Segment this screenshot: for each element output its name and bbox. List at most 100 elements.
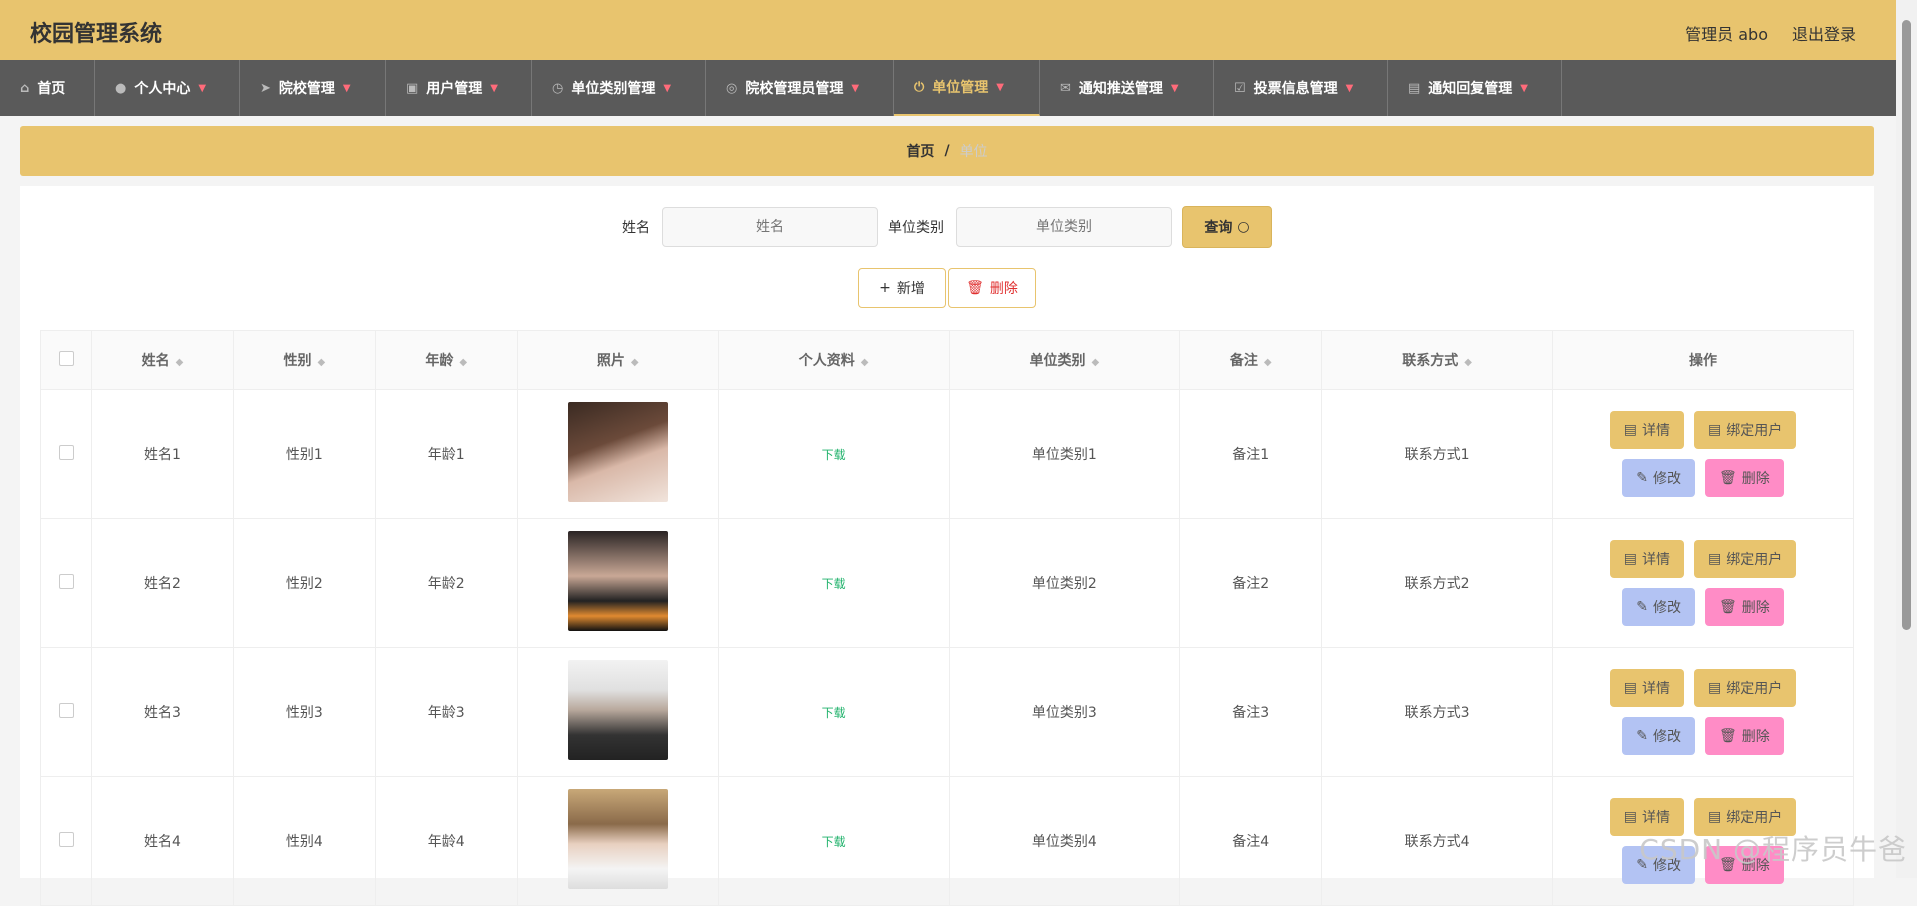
breadcrumb-separator: / xyxy=(944,143,950,159)
col-note[interactable]: 备注 ◆ xyxy=(1179,330,1323,390)
chevron-down-icon: ▼ xyxy=(663,82,672,94)
photo-thumbnail[interactable] xyxy=(567,789,668,889)
chevron-down-icon: ▼ xyxy=(1520,82,1528,94)
main-nav: ⌂ 首页 ● 个人中心 ▼ ➤ 院校管理 ▼ ▣ 用户管理 ▼ ◷ 单位类别管理… xyxy=(0,60,1896,116)
nav-item-users[interactable]: ▣ 用户管理 ▼ xyxy=(386,60,532,116)
trash-icon: 🗑 xyxy=(966,280,984,296)
user-icon: ● xyxy=(115,80,127,96)
delete-button[interactable]: 🗑 删除 xyxy=(1704,588,1784,626)
cell-contact: 联系方式4 xyxy=(1321,776,1553,906)
chat-icon: ✉ xyxy=(1060,80,1071,96)
cell-gender: 性别2 xyxy=(232,518,376,648)
cell-contact: 联系方式3 xyxy=(1321,647,1553,777)
col-unit-type[interactable]: 单位类别 ◆ xyxy=(948,330,1181,390)
col-gender[interactable]: 性别 ◆ xyxy=(232,330,376,390)
pencil-icon: ✎ xyxy=(1636,599,1648,615)
select-all-checkbox[interactable] xyxy=(58,350,74,366)
row-actions: ▤ 详情 ▤ 绑定用户 ✎ 修改 🗑 删除 xyxy=(1554,540,1852,626)
batch-delete-button[interactable]: 🗑 删除 xyxy=(948,268,1036,308)
detail-button[interactable]: ▤ 详情 xyxy=(1609,669,1684,707)
col-profile[interactable]: 个人资料 ◆ xyxy=(717,330,950,390)
edit-button[interactable]: ✎ 修改 xyxy=(1622,459,1695,497)
clock-icon: ◷ xyxy=(552,80,564,96)
sort-icon: ◆ xyxy=(1091,357,1100,368)
sort-icon: ◆ xyxy=(459,357,468,368)
nav-item-schools[interactable]: ➤ 院校管理 ▼ xyxy=(240,60,386,116)
col-photo[interactable]: 照片 ◆ xyxy=(516,330,719,390)
send-icon: ➤ xyxy=(260,80,271,96)
row-checkbox[interactable] xyxy=(58,444,74,460)
nav-item-units[interactable]: ⏻ 单位管理 ▼ xyxy=(894,60,1040,116)
edit-button[interactable]: ✎ 修改 xyxy=(1622,717,1695,755)
bind-user-button[interactable]: ▤ 绑定用户 xyxy=(1694,540,1797,578)
trash-icon: 🗑 xyxy=(1718,599,1737,615)
col-contact[interactable]: 联系方式 ◆ xyxy=(1321,330,1553,390)
pencil-icon: ✎ xyxy=(1636,728,1648,744)
scrollbar-thumb[interactable] xyxy=(1902,20,1911,630)
cell-unit-type: 单位类别4 xyxy=(948,776,1181,906)
query-button[interactable]: 查询 ○ xyxy=(1182,206,1272,248)
bind-user-button[interactable]: ▤ 绑定用户 xyxy=(1694,669,1797,707)
cell-note: 备注1 xyxy=(1179,389,1323,519)
nav-item-unit-types[interactable]: ◷ 单位类别管理 ▼ xyxy=(532,60,706,116)
check-icon: ☑ xyxy=(1234,80,1246,96)
document-icon: ▤ xyxy=(1623,809,1637,825)
nav-item-replies[interactable]: ▤ 通知回复管理 ▼ xyxy=(1388,60,1562,116)
page-scrollbar[interactable] xyxy=(1896,0,1917,878)
col-name[interactable]: 姓名 ◆ xyxy=(91,330,234,390)
chevron-down-icon: ▼ xyxy=(198,82,207,94)
nav-label: 通知推送管理 xyxy=(1078,81,1163,97)
breadcrumb-current: 单位 xyxy=(959,144,988,160)
breadcrumb-home[interactable]: 首页 xyxy=(906,141,934,161)
delete-button[interactable]: 🗑 删除 xyxy=(1704,459,1784,497)
bind-user-button[interactable]: ▤ 绑定用户 xyxy=(1694,411,1797,449)
detail-button[interactable]: ▤ 详情 xyxy=(1609,540,1684,578)
top-right-links: 管理员 abo 退出登录 xyxy=(1685,21,1856,45)
cell-age: 年龄1 xyxy=(374,389,518,519)
power-icon: ⏻ xyxy=(914,79,925,95)
unit-type-input[interactable] xyxy=(956,207,1172,247)
document-icon: ▤ xyxy=(1708,680,1722,696)
nav-label: 个人中心 xyxy=(134,81,191,97)
document-icon: ▤ xyxy=(1623,680,1637,696)
detail-button[interactable]: ▤ 详情 xyxy=(1609,411,1684,449)
sort-icon: ◆ xyxy=(175,357,184,368)
sort-icon: ◆ xyxy=(1263,357,1272,368)
nav-item-notifications[interactable]: ✉ 通知推送管理 ▼ xyxy=(1040,60,1214,116)
home-icon: ⌂ xyxy=(20,80,30,96)
sort-icon: ◆ xyxy=(1464,357,1472,368)
add-label: 新增 xyxy=(896,281,925,297)
download-link[interactable]: 下载 xyxy=(822,577,846,591)
nav-item-votes[interactable]: ☑ 投票信息管理 ▼ xyxy=(1214,60,1388,116)
download-link[interactable]: 下载 xyxy=(822,706,846,720)
table-header-row: 姓名 ◆ 性别 ◆ 年龄 ◆ 照片 ◆ 个人资料 ◆ 单位类别 ◆ 备注 ◆ 联系方式 ◆ 操作 xyxy=(40,330,1854,390)
cell-unit-type: 单位类别2 xyxy=(948,518,1181,648)
download-link[interactable]: 下载 xyxy=(822,448,846,462)
row-checkbox[interactable] xyxy=(58,831,74,847)
cell-note: 备注4 xyxy=(1179,776,1323,906)
photo-thumbnail[interactable] xyxy=(567,531,668,631)
photo-thumbnail[interactable] xyxy=(567,402,668,502)
chevron-down-icon: ▼ xyxy=(1345,82,1354,94)
col-age[interactable]: 年龄 ◆ xyxy=(374,330,518,390)
document-icon: ▤ xyxy=(1708,551,1722,567)
download-link[interactable]: 下载 xyxy=(822,835,846,849)
nav-item-personal[interactable]: ● 个人中心 ▼ xyxy=(95,60,240,116)
photo-thumbnail[interactable] xyxy=(567,660,668,760)
top-header: 校园管理系统 管理员 abo 退出登录 xyxy=(0,0,1896,60)
edit-button[interactable]: ✎ 修改 xyxy=(1622,588,1695,626)
document-icon: ▤ xyxy=(1708,422,1722,438)
delete-button[interactable]: 🗑 删除 xyxy=(1704,717,1784,755)
name-input[interactable] xyxy=(662,207,878,247)
logout-link[interactable]: 退出登录 xyxy=(1792,21,1856,45)
add-button[interactable]: + 新增 xyxy=(858,268,946,308)
col-actions: 操作 xyxy=(1552,330,1854,390)
trash-icon: 🗑 xyxy=(1718,728,1737,744)
app-title: 校园管理系统 xyxy=(30,22,163,47)
cell-age: 年龄3 xyxy=(374,647,518,777)
row-checkbox[interactable] xyxy=(58,702,74,718)
nav-item-home[interactable]: ⌂ 首页 xyxy=(0,60,95,116)
nav-item-school-admins[interactable]: ◎ 院校管理员管理 ▼ xyxy=(706,60,894,116)
cell-name: 姓名4 xyxy=(91,776,234,906)
row-checkbox[interactable] xyxy=(58,573,74,589)
